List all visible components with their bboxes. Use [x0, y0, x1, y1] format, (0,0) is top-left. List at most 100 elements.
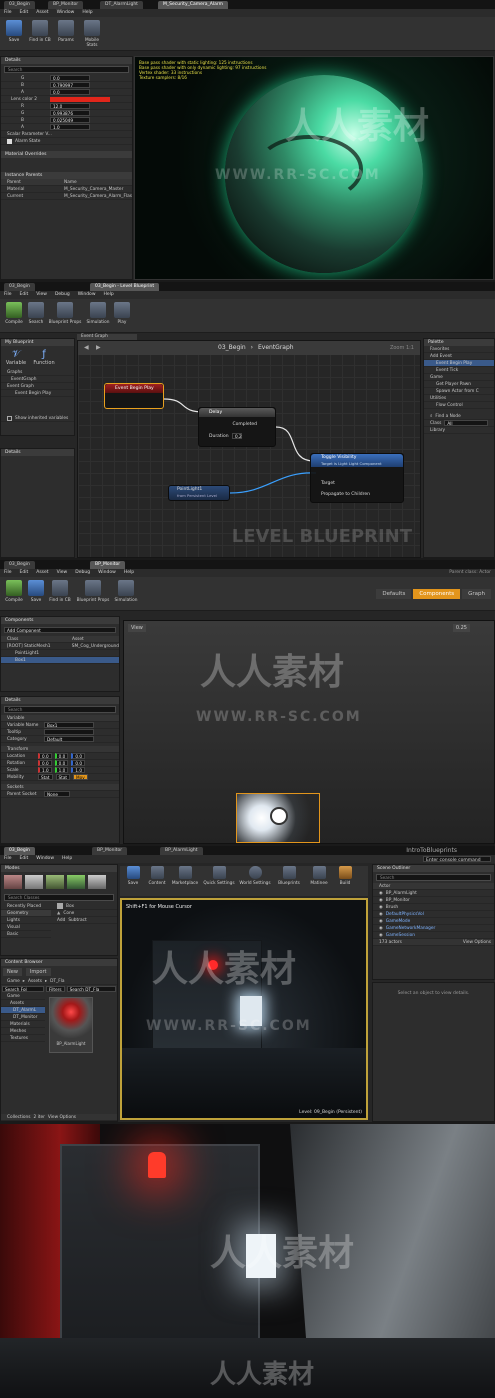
snap-value[interactable]: 0.25 — [452, 624, 470, 632]
menu-edit[interactable]: Edit — [20, 9, 29, 17]
simulation-button[interactable]: Simulation — [114, 580, 138, 608]
folder-item[interactable]: DT_AlarmL — [1, 1007, 45, 1014]
console-command-input[interactable]: Enter console command — [423, 856, 491, 863]
menu-file[interactable]: File — [4, 291, 12, 299]
menu-help[interactable]: Help — [124, 569, 134, 577]
duration-input[interactable]: 0.2 — [232, 433, 242, 439]
eye-icon[interactable]: ◉ — [379, 905, 383, 910]
list-item[interactable]: ◉ DefaultPhysicsVol — [373, 911, 494, 918]
menu-debug[interactable]: Debug — [55, 291, 70, 299]
eye-icon[interactable]: ◉ — [379, 926, 383, 931]
mode-defaults[interactable]: Defaults — [376, 589, 412, 599]
build-button[interactable]: Build — [334, 866, 356, 894]
tab-03-begin[interactable]: 03_Begin — [4, 847, 35, 855]
folder-item[interactable]: DT_Monitor — [1, 1014, 45, 1021]
variable-section[interactable]: Variable — [1, 715, 119, 722]
show-inherited-row[interactable]: Show inherited variables — [1, 415, 74, 422]
node-event-begin-play[interactable]: Event Begin Play — [104, 383, 164, 409]
var-name-input[interactable]: Box1 — [44, 722, 94, 728]
quick-settings-button[interactable]: Quick Settings — [202, 866, 236, 894]
blueprints-button[interactable]: Blueprints — [274, 866, 304, 894]
palette-item[interactable]: Event Tick — [424, 367, 494, 374]
menu-edit[interactable]: Edit — [20, 855, 29, 863]
tooltip-input[interactable] — [44, 729, 94, 735]
pin-completed[interactable]: Completed — [232, 422, 257, 427]
table-row[interactable]: Box1 — [1, 657, 119, 664]
list-item[interactable]: ◉ BP_AlarmLight — [373, 890, 494, 897]
category-item[interactable]: Recently Placed — [1, 903, 51, 910]
menu-file[interactable]: File — [4, 855, 12, 863]
add-radio[interactable]: Add — [57, 918, 65, 923]
menu-view[interactable]: View — [57, 569, 68, 577]
eye-icon[interactable]: ◉ — [379, 891, 383, 896]
pointlight-icon[interactable] — [270, 807, 288, 825]
marketplace-button[interactable]: Marketplace — [170, 866, 200, 894]
simulation-button[interactable]: Simulation — [86, 302, 110, 330]
menu-view[interactable]: View — [36, 291, 47, 299]
parent-socket-input[interactable]: None — [44, 791, 70, 797]
tab-bp-monitor[interactable]: BP_Monitor — [48, 1, 84, 9]
parent-name[interactable]: M_Security_Camera_Alarm_Flas — [64, 194, 132, 199]
palette-item[interactable]: Get Player Pawn — [424, 381, 494, 388]
details-search[interactable]: Search — [4, 66, 129, 73]
material-preview-viewport[interactable]: Base pass shader with static lighting: 1… — [134, 56, 494, 280]
compile-button[interactable]: Compile — [2, 302, 26, 330]
find-in-cb-button[interactable]: Find in CB — [48, 580, 72, 608]
favorites-label[interactable]: Favorites — [424, 346, 494, 353]
new-button[interactable]: New — [3, 968, 22, 976]
rot-z[interactable]: 0.0 — [71, 760, 86, 766]
param-value[interactable]: 1.0 — [50, 124, 90, 130]
mobility-movable[interactable]: Mov — [73, 774, 88, 780]
blueprint-props-button[interactable]: Blueprint Props — [48, 302, 82, 330]
scale-x[interactable]: 1.0 — [38, 767, 52, 773]
menu-help[interactable]: Help — [82, 9, 92, 17]
save-button[interactable]: Save — [2, 20, 26, 48]
search-content-input[interactable]: Search DT_Fla — [66, 986, 116, 992]
category-item[interactable]: Geometry — [1, 910, 51, 917]
details-search[interactable]: Search — [4, 706, 116, 713]
loc-z[interactable]: 0.0 — [71, 753, 86, 759]
tab-bp-monitor[interactable]: BP_Monitor — [90, 561, 126, 569]
palette-item[interactable]: Spawn Actor from C — [424, 388, 494, 395]
sockets-section[interactable]: Sockets — [1, 784, 119, 791]
matinee-button[interactable]: Matinee — [306, 866, 332, 894]
menu-help[interactable]: Help — [62, 855, 72, 863]
search-classes-input[interactable]: Search Classes — [4, 894, 114, 901]
subtract-radio[interactable]: Subtract — [68, 918, 86, 923]
place-item-cone[interactable]: ▲ Cone — [51, 910, 117, 917]
mobility-static[interactable]: Stat — [38, 774, 53, 780]
eye-icon[interactable]: ◉ — [379, 898, 383, 903]
menu-asset[interactable]: Asset — [36, 9, 48, 17]
tab-03-begin[interactable]: 03_Begin — [4, 1, 35, 9]
mobile-stats-button[interactable]: Mobile Stats — [80, 20, 104, 48]
palette-item[interactable]: Event Begin Play — [424, 360, 494, 367]
category-item[interactable]: Lights — [1, 917, 51, 924]
path-segment[interactable]: Assets — [28, 979, 42, 984]
category-item[interactable]: Basic — [1, 931, 51, 938]
tree-item-event-graph[interactable]: Event Graph — [1, 383, 74, 390]
loc-x[interactable]: 0.0 — [38, 753, 52, 759]
node-toggle-visibility[interactable]: Toggle Visibility Target is Light Light … — [310, 453, 404, 503]
play-button[interactable]: Play — [110, 302, 134, 330]
folder-item[interactable]: Assets — [1, 1000, 45, 1007]
compile-button[interactable]: Compile — [2, 580, 26, 608]
geometry-mode-icon[interactable] — [88, 875, 106, 889]
search-button[interactable]: Search — [24, 302, 48, 330]
menu-edit[interactable]: Edit — [20, 569, 29, 577]
outliner-search[interactable]: Search — [376, 874, 491, 881]
path-segment[interactable]: DT_Fla — [50, 979, 64, 984]
view-options-button[interactable]: View Options — [48, 1115, 76, 1120]
collections-button[interactable]: Collections — [7, 1115, 31, 1120]
loc-y[interactable]: 0.0 — [54, 753, 69, 759]
checkbox-icon[interactable] — [7, 415, 12, 421]
list-item[interactable]: ◉ GameSession — [373, 932, 494, 939]
tree-item-eventgraph[interactable]: EventGraph — [1, 376, 74, 383]
menu-asset[interactable]: Asset — [36, 569, 48, 577]
filters-button[interactable]: Filters — [46, 986, 65, 992]
mode-components[interactable]: Components — [413, 589, 461, 599]
menu-file[interactable]: File — [4, 9, 12, 17]
save-button[interactable]: Save — [122, 866, 144, 894]
tab-material[interactable]: M_Security_Camera_Alarm — [158, 1, 229, 9]
palette-item[interactable]: Flow Control — [424, 402, 494, 409]
rot-y[interactable]: 0.0 — [54, 760, 69, 766]
